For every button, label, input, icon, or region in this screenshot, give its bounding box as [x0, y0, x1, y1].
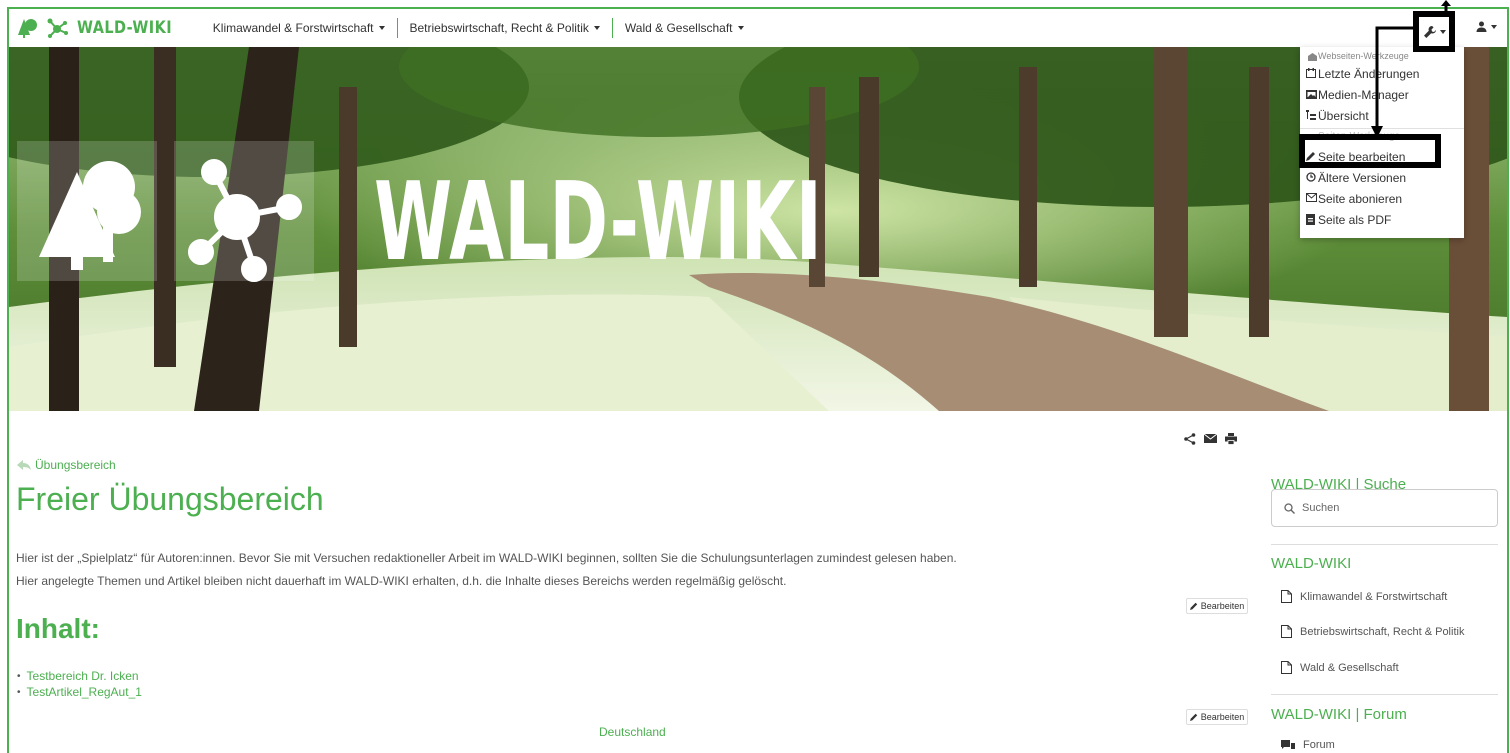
content-link-list: Testbereich Dr. Icken TestArtikel_RegAut…: [17, 668, 142, 700]
forest-path-image: WALD-WIKI: [9, 47, 1507, 411]
wrench-icon: [1423, 25, 1436, 38]
nav-item-wald-gesellschaft[interactable]: Wald & Gesellschaft: [613, 19, 756, 37]
sidebar-link-forum[interactable]: Forum: [1281, 739, 1335, 751]
sidebar: WALD-WIKI | Suche Suchen WALD-WIKI Klima…: [1271, 411, 1507, 753]
menu-divider: [1300, 128, 1464, 129]
edit-section-button[interactable]: Bearbeiten: [1186, 598, 1248, 614]
breadcrumb-label: Übungsbereich: [35, 458, 116, 472]
email-icon[interactable]: [1204, 433, 1217, 444]
list-item-link[interactable]: TestArtikel_RegAut_1: [17, 684, 142, 700]
nav-item-betriebswirtschaft[interactable]: Betriebswirtschaft, Recht & Politik: [398, 19, 612, 37]
tools-dropdown-menu: Webseiten-Werkzeuge Letzte Änderungen Me…: [1300, 47, 1464, 238]
main-content: Übungsbereich Freier Übungsbereich Hier …: [9, 411, 1259, 753]
top-navbar: WALD-WIKI Klimawandel & Forstwirtschaft …: [9, 9, 1507, 52]
envelope-icon: [1306, 193, 1317, 202]
sidebar-divider: [1271, 544, 1498, 545]
nav-item-label: Betriebswirtschaft, Recht & Politik: [409, 21, 589, 35]
menu-item-recent-changes[interactable]: Letzte Änderungen: [1300, 63, 1464, 84]
pencil-icon: [1189, 713, 1197, 721]
tools-menu-button[interactable]: [1413, 11, 1455, 52]
sidebar-forum-title: WALD-WIKI | Forum: [1271, 706, 1407, 723]
caret-down-icon: [1439, 29, 1446, 34]
search-icon: [1284, 502, 1295, 514]
pencil-icon: [1189, 602, 1197, 610]
notice-paragraph: Hier angelegte Themen und Artikel bleibe…: [16, 574, 787, 588]
sidebar-link-klimawandel[interactable]: Klimawandel & Forstwirtschaft: [1281, 590, 1447, 603]
section-title: Inhalt:: [16, 613, 100, 644]
sidebar-divider: [1271, 694, 1498, 695]
menu-header-page-tools: Seiten-Werkzeuge: [1318, 131, 1401, 142]
sidebar-nav-title: WALD-WIKI: [1271, 555, 1352, 572]
pdf-icon: [1306, 214, 1315, 225]
edit-section-button[interactable]: Bearbeiten: [1186, 709, 1248, 725]
brand-logo[interactable]: WALD-WIKI: [9, 9, 189, 47]
tree-logo-icon: [18, 19, 37, 38]
hero-banner: WALD-WIKI: [9, 47, 1507, 411]
share-icon[interactable]: [1184, 433, 1196, 445]
menu-item-old-revisions[interactable]: Ältere Versionen: [1300, 167, 1464, 188]
user-icon: [1476, 21, 1487, 32]
caret-down-icon: [593, 26, 600, 30]
list-item-link[interactable]: Testbereich Dr. Icken: [17, 668, 142, 684]
caret-down-icon: [737, 26, 744, 30]
print-icon[interactable]: [1225, 433, 1237, 445]
caret-down-icon: [1491, 24, 1497, 29]
page-actions: [1184, 433, 1237, 445]
sidebar-link-wald-gesellschaft[interactable]: Wald & Gesellschaft: [1281, 661, 1399, 674]
page-icon: [1281, 661, 1292, 674]
page-icon: [1281, 625, 1292, 638]
brand-name: WALD-WIKI: [77, 18, 173, 38]
menu-item-export-pdf[interactable]: Seite als PDF: [1300, 209, 1464, 230]
breadcrumb[interactable]: Übungsbereich: [17, 458, 116, 472]
caret-down-icon: [378, 26, 385, 30]
page-frame: WALD-WIKI Klimawandel & Forstwirtschaft …: [7, 7, 1509, 753]
intro-paragraph: Hier ist der „Spielplatz“ für Autoren:in…: [16, 551, 957, 565]
network-logo-icon: [47, 18, 68, 38]
sidebar-link-betriebswirtschaft[interactable]: Betriebswirtschaft, Recht & Politik: [1281, 625, 1464, 638]
pencil-icon: [1306, 152, 1315, 161]
user-menu-button[interactable]: [1476, 21, 1497, 32]
forum-icon: [1281, 739, 1295, 749]
back-arrow-icon: [17, 460, 31, 470]
menu-item-subscribe[interactable]: Seite abonieren: [1300, 188, 1464, 209]
search-input[interactable]: Suchen: [1271, 489, 1498, 527]
recent-changes-icon: [1306, 68, 1316, 78]
sitemap-icon: [1306, 110, 1316, 120]
main-nav: Klimawandel & Forstwirtschaft Betriebswi…: [201, 18, 756, 38]
hero-title: WALD-WIKI: [374, 160, 822, 285]
search-placeholder: Suchen: [1302, 502, 1340, 514]
menu-item-sitemap[interactable]: Übersicht: [1300, 105, 1464, 126]
footer-link[interactable]: Deutschland: [599, 725, 666, 739]
nav-item-label: Wald & Gesellschaft: [624, 21, 733, 35]
menu-item-edit-page[interactable]: Seite bearbeiten: [1300, 146, 1464, 167]
site-tools-icon: [1308, 53, 1317, 61]
page-title: Freier Übungsbereich: [16, 481, 324, 517]
page-icon: [1281, 590, 1292, 603]
nav-item-klimawandel[interactable]: Klimawandel & Forstwirtschaft: [201, 19, 397, 37]
menu-item-media-manager[interactable]: Medien-Manager: [1300, 84, 1464, 105]
nav-item-label: Klimawandel & Forstwirtschaft: [212, 21, 374, 35]
history-icon: [1306, 172, 1316, 182]
media-manager-icon: [1306, 90, 1317, 99]
